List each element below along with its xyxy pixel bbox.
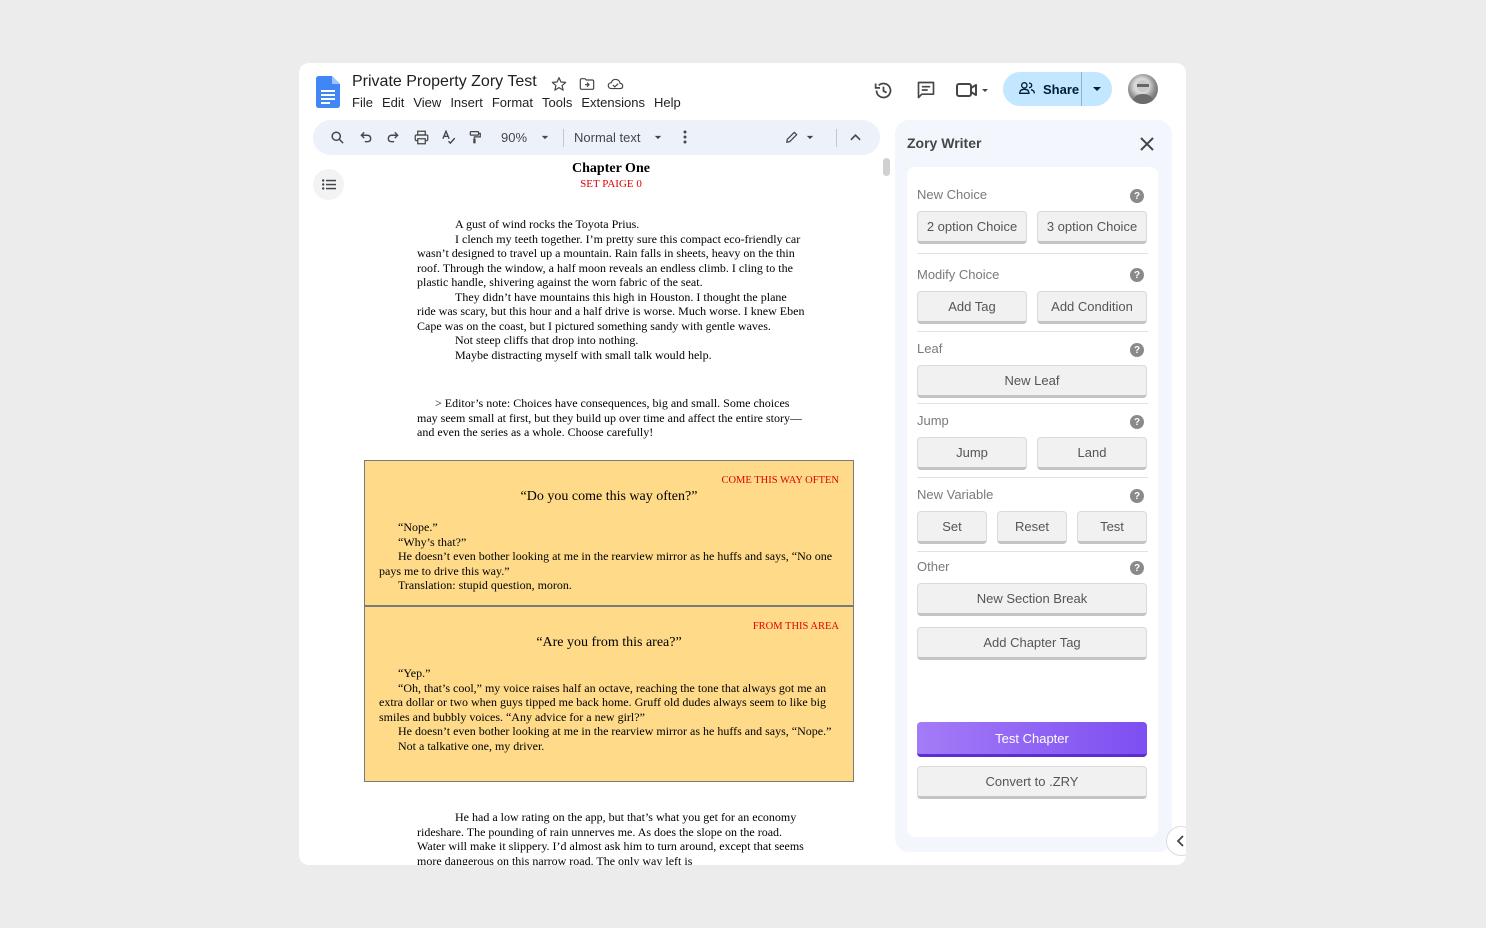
land-button[interactable]: Land — [1037, 437, 1147, 470]
new-section-break-button[interactable]: New Section Break — [917, 583, 1147, 616]
undo-icon[interactable] — [357, 128, 375, 146]
star-icon[interactable] — [550, 75, 568, 93]
search-menus-icon[interactable] — [328, 128, 346, 146]
help-icon[interactable]: ? — [1130, 343, 1144, 357]
menu-tools[interactable]: Tools — [542, 95, 581, 110]
section-divider — [917, 403, 1148, 404]
zory-writer-panel: Zory Writer New Choice ? 2 option Choice… — [895, 120, 1172, 852]
panel-content: New Choice ? 2 option Choice 3 option Ch… — [907, 167, 1158, 837]
intro-text: A gust of wind rocks the Toyota Prius. I… — [417, 217, 805, 362]
add-condition-button[interactable]: Add Condition — [1037, 291, 1147, 324]
add-tag-button[interactable]: Add Tag — [917, 291, 1027, 324]
editing-mode-caret-icon[interactable] — [804, 128, 816, 146]
menu-bar: File Edit View Insert Format Tools Exten… — [352, 95, 690, 110]
section-label-modify-choice: Modify Choice — [917, 267, 1000, 282]
help-icon[interactable]: ? — [1130, 268, 1144, 282]
choice-body: “Nope.” “Why’s that?” He doesn’t even bo… — [379, 520, 833, 592]
people-icon — [1018, 81, 1035, 98]
choice-question: “Are you from this area?” — [536, 635, 682, 650]
convert-to-zry-button[interactable]: Convert to .ZRY — [917, 766, 1147, 799]
test-chapter-button[interactable]: Test Chapter — [917, 722, 1147, 757]
zoom-caret-icon[interactable] — [539, 128, 551, 146]
collapse-menus-icon[interactable] — [846, 128, 864, 146]
add-chapter-tag-button[interactable]: Add Chapter Tag — [917, 627, 1147, 660]
toolbar-divider — [836, 129, 837, 147]
panel-title: Zory Writer — [907, 135, 982, 151]
spellcheck-icon[interactable] — [439, 128, 457, 146]
share-dropdown[interactable] — [1082, 72, 1112, 106]
share-label: Share — [1043, 81, 1080, 97]
help-icon[interactable]: ? — [1130, 415, 1144, 429]
menu-help[interactable]: Help — [654, 95, 690, 110]
print-icon[interactable] — [412, 128, 430, 146]
menu-edit[interactable]: Edit — [382, 95, 413, 110]
section-divider — [917, 331, 1148, 332]
help-icon[interactable]: ? — [1130, 489, 1144, 503]
avatar[interactable] — [1128, 74, 1158, 104]
two-option-choice-button[interactable]: 2 option Choice — [917, 211, 1027, 244]
three-option-choice-button[interactable]: 3 option Choice — [1037, 211, 1147, 244]
style-caret-icon[interactable] — [652, 128, 664, 146]
cloud-saved-icon[interactable] — [606, 75, 624, 93]
choice-body: “Yep.” “Oh, that’s cool,” my voice raise… — [379, 666, 832, 753]
document-page[interactable]: Chapter One SET PAIGE 0 A gust of wind r… — [299, 158, 889, 865]
caret-down-icon — [1093, 87, 1101, 91]
test-variable-button[interactable]: Test — [1077, 511, 1147, 544]
editor-note: > Editor’s note: Choices have consequenc… — [417, 396, 803, 439]
chapter-tag: SET PAIGE 0 — [580, 178, 642, 190]
chapter-title: Chapter One — [572, 161, 650, 176]
close-icon[interactable] — [1138, 135, 1156, 153]
menu-format[interactable]: Format — [492, 95, 542, 110]
zoom-select[interactable]: 90% — [497, 128, 531, 146]
share-button[interactable]: Share — [1003, 72, 1112, 106]
set-variable-button[interactable]: Set — [917, 511, 987, 544]
version-history-icon[interactable] — [872, 79, 894, 101]
paint-format-icon[interactable] — [466, 128, 484, 146]
move-folder-icon[interactable] — [578, 75, 596, 93]
section-divider — [917, 551, 1148, 552]
chevron-left-icon — [1177, 835, 1184, 847]
choice-question: “Do you come this way often?” — [520, 489, 698, 504]
choice-tag: FROM THIS AREA — [752, 621, 839, 632]
editing-mode-pencil-icon[interactable] — [783, 128, 801, 146]
reset-variable-button[interactable]: Reset — [997, 511, 1067, 544]
section-label-new-choice: New Choice — [917, 187, 988, 202]
menu-extensions[interactable]: Extensions — [581, 95, 654, 110]
help-icon[interactable]: ? — [1130, 561, 1144, 575]
menu-view[interactable]: View — [413, 95, 450, 110]
section-label-jump: Jump — [917, 413, 949, 428]
document-title[interactable]: Private Property Zory Test — [352, 73, 537, 91]
google-docs-icon[interactable] — [316, 76, 340, 108]
toolbar-divider — [563, 129, 564, 147]
paragraph-style-select[interactable]: Normal text — [574, 128, 646, 146]
section-label-leaf: Leaf — [917, 341, 943, 356]
choice-block[interactable]: COME THIS WAY OFTEN “Do you come this wa… — [364, 460, 854, 606]
redo-icon[interactable] — [384, 128, 402, 146]
choice-tag: COME THIS WAY OFTEN — [721, 475, 839, 486]
meet-video-icon[interactable] — [956, 79, 990, 101]
app-window: Private Property Zory Test File Edit Vie… — [299, 63, 1186, 865]
document-scrollbar[interactable] — [883, 158, 890, 176]
collapse-side-panel-button[interactable] — [1166, 826, 1186, 856]
menu-file[interactable]: File — [352, 95, 382, 110]
formatting-toolbar: 90% Normal text — [313, 120, 880, 155]
choice-block[interactable]: FROM THIS AREA “Are you from this area?”… — [364, 606, 854, 782]
new-leaf-button[interactable]: New Leaf — [917, 365, 1147, 398]
section-divider — [917, 477, 1148, 478]
comments-icon[interactable] — [915, 79, 937, 101]
menu-insert[interactable]: Insert — [450, 95, 492, 110]
section-label-other: Other — [917, 559, 950, 574]
more-options-icon[interactable] — [679, 128, 691, 146]
outro-text: He had a low rating on the app, but that… — [417, 810, 804, 865]
jump-button[interactable]: Jump — [917, 437, 1027, 470]
help-icon[interactable]: ? — [1130, 189, 1144, 203]
section-divider — [917, 253, 1148, 254]
section-label-new-variable: New Variable — [917, 487, 994, 502]
